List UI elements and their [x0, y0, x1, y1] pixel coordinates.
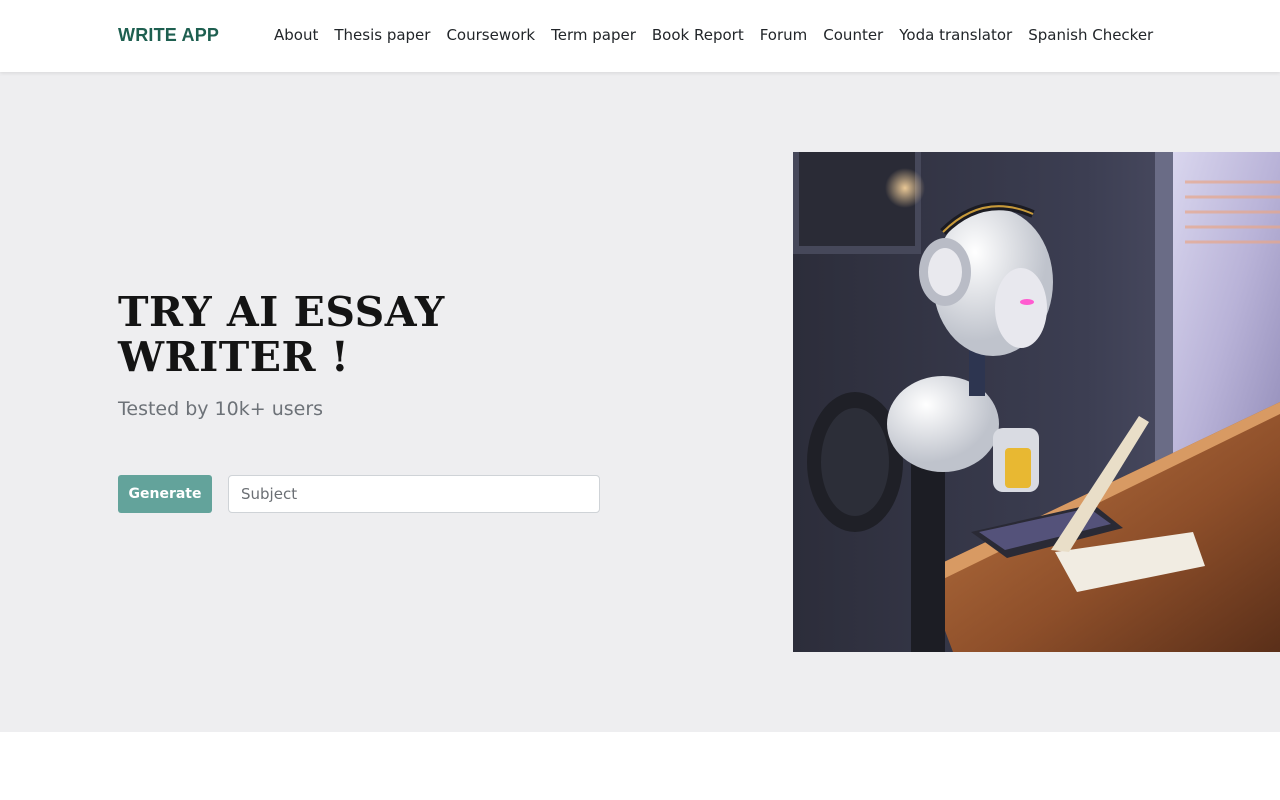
page-footer-area [0, 732, 1280, 800]
hero-subtitle: Tested by 10k+ users [118, 398, 324, 420]
hero-title: TRY AI ESSAY WRITER ! [118, 288, 445, 381]
navbar: WRITE APP About Thesis paper Coursework … [0, 0, 1280, 72]
nav-link-about[interactable]: About [266, 24, 326, 46]
nav-link-coursework[interactable]: Coursework [438, 24, 543, 46]
subject-input[interactable] [228, 475, 600, 513]
hero-section: TRY AI ESSAY WRITER ! Tested by 10k+ use… [0, 72, 1280, 732]
brand-logo[interactable]: WRITE APP [118, 25, 219, 46]
nav-links: About Thesis paper Coursework Term paper… [266, 24, 1161, 46]
nav-link-book-report[interactable]: Book Report [644, 24, 752, 46]
nav-link-term-paper[interactable]: Term paper [543, 24, 644, 46]
nav-link-yoda-translator[interactable]: Yoda translator [891, 24, 1020, 46]
robot-writing-illustration [793, 152, 1280, 652]
nav-link-forum[interactable]: Forum [752, 24, 816, 46]
nav-link-thesis-paper[interactable]: Thesis paper [326, 24, 438, 46]
nav-link-counter[interactable]: Counter [815, 24, 891, 46]
generate-button[interactable]: Generate [118, 475, 212, 513]
nav-link-spanish-checker[interactable]: Spanish Checker [1020, 24, 1161, 46]
